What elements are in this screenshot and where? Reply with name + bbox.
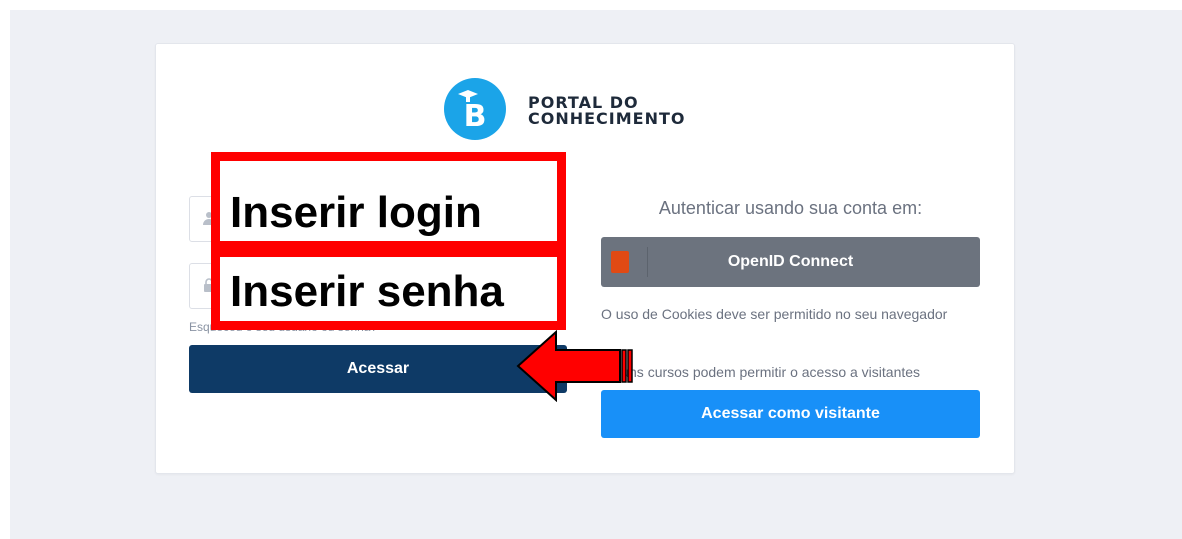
annotation-arrow-icon (516, 330, 633, 402)
openid-connect-label: OpenID Connect (727, 253, 854, 270)
cookie-note: O uso de Cookies deve ser permitido no s… (601, 306, 948, 322)
logo: B PORTAL DO CONHECIMENTO (444, 78, 744, 142)
annotation-login-label: Inserir login (230, 188, 482, 237)
guest-note: Alguns cursos podem permitir o acesso a … (601, 364, 921, 380)
graduation-b-icon: B (444, 78, 506, 140)
openid-connect-button[interactable]: OpenID Connect (601, 237, 980, 287)
login-button[interactable]: Acessar (189, 345, 567, 393)
annotation-password-label: Inserir senha (230, 267, 504, 316)
logo-line-2: CONHECIMENTO (528, 109, 686, 128)
svg-text:B: B (464, 99, 487, 134)
external-auth-title: Autenticar usando sua conta em: (658, 198, 923, 218)
logo-text: PORTAL DO CONHECIMENTO (528, 95, 686, 127)
annotation-divider (211, 241, 566, 257)
guest-access-button[interactable]: Acessar como visitante (601, 390, 980, 438)
